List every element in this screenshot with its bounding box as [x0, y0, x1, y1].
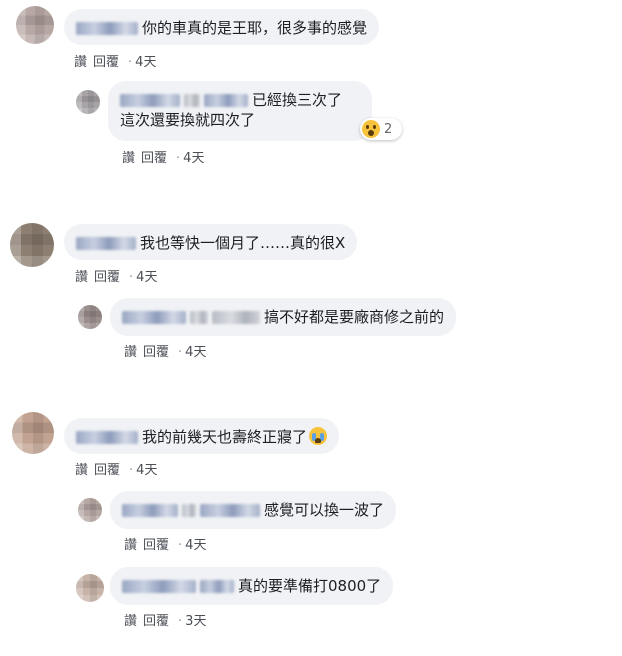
comment-text: 真的要準備打0800了: [238, 577, 382, 595]
comment-text-line-1: 已經換三次了: [252, 91, 343, 109]
author-name-blurred: [200, 580, 234, 593]
comment-bubble: 你的車真的是王耶，很多事的感覺: [64, 9, 380, 45]
separator-dot: ·: [178, 538, 183, 553]
timestamp[interactable]: 4天: [183, 151, 204, 166]
comment-actions: 讚回覆 · 4天: [75, 266, 157, 285]
comment-text: 感覺可以換一波了: [264, 501, 385, 519]
comment-text: 我也等快一個月了……真的很X: [140, 234, 346, 252]
timestamp[interactable]: 4天: [185, 345, 206, 360]
timestamp[interactable]: 4天: [136, 463, 157, 478]
avatar[interactable]: [76, 574, 104, 602]
reply-button[interactable]: 回覆: [94, 270, 120, 285]
like-button[interactable]: 讚: [124, 538, 137, 553]
comment-text: 搞不好都是要廠商修之前的: [264, 308, 445, 326]
author-name-blurred[interactable]: [76, 22, 138, 35]
author-name-blurred[interactable]: [122, 580, 196, 593]
author-name-blurred: [200, 504, 260, 517]
like-button[interactable]: 讚: [124, 345, 137, 360]
avatar[interactable]: [78, 498, 102, 522]
author-name-blurred[interactable]: [76, 237, 136, 250]
avatar[interactable]: [16, 6, 54, 44]
avatar[interactable]: [76, 90, 100, 114]
reply-button[interactable]: 回覆: [143, 345, 169, 360]
reply-button[interactable]: 回覆: [141, 151, 167, 166]
like-button[interactable]: 讚: [75, 270, 88, 285]
timestamp[interactable]: 4天: [185, 538, 206, 553]
reply-3: 感覺可以換一波了 讚回覆 · 4天: [0, 487, 622, 562]
reaction-badge[interactable]: 2: [360, 118, 402, 140]
author-name-blurred[interactable]: [122, 504, 178, 517]
reply-1: 已經換三次了 這次還要換就四次了 2 讚回覆 · 4天: [0, 80, 622, 170]
comment-bubble: 真的要準備打0800了: [110, 567, 394, 605]
timestamp[interactable]: 4天: [135, 55, 156, 70]
comment-1: 你的車真的是王耶，很多事的感覺 讚回覆 · 4天: [0, 0, 622, 75]
separator-dot: ·: [176, 151, 181, 166]
separator-dot: ·: [128, 55, 133, 70]
comment-bubble: 我也等快一個月了……真的很X: [64, 224, 358, 260]
reply-2: 搞不好都是要廠商修之前的 讚回覆 · 4天: [0, 292, 622, 367]
separator-dot: ·: [178, 614, 183, 629]
avatar-pixelated: [12, 412, 54, 454]
timestamp[interactable]: 4天: [136, 270, 157, 285]
comment-actions: 讚回覆 · 4天: [75, 459, 157, 478]
crying-emoji-icon: [309, 427, 328, 445]
avatar-pixelated: [76, 574, 104, 602]
separator-dot: ·: [178, 345, 183, 360]
comment-actions: 讚回覆 · 4天: [122, 147, 204, 166]
avatar[interactable]: [78, 305, 102, 329]
author-name-blurred: [184, 94, 200, 107]
comment-actions: 讚回覆 · 4天: [74, 51, 156, 70]
separator-dot: ·: [129, 270, 134, 285]
comment-text-line-2: 這次還要換就四次了: [120, 111, 256, 129]
author-name-blurred[interactable]: [122, 311, 186, 324]
comment-2: 我也等快一個月了……真的很X 讚回覆 · 4天: [0, 215, 622, 290]
reaction-count: 2: [384, 121, 393, 137]
avatar-pixelated: [76, 90, 100, 114]
like-button[interactable]: 讚: [124, 614, 137, 629]
avatar[interactable]: [10, 223, 54, 267]
author-name-blurred: [190, 311, 208, 324]
avatar-pixelated: [78, 498, 102, 522]
like-button[interactable]: 讚: [74, 55, 87, 70]
comment-actions: 讚回覆 · 3天: [124, 610, 206, 629]
avatar-pixelated: [10, 223, 54, 267]
comment-actions: 讚回覆 · 4天: [124, 534, 206, 553]
reply-button[interactable]: 回覆: [94, 463, 120, 478]
author-name-blurred[interactable]: [120, 94, 180, 107]
reply-button[interactable]: 回覆: [143, 538, 169, 553]
comment-bubble: 我的前幾天也壽終正寢了: [64, 418, 340, 454]
author-name-blurred: [182, 504, 196, 517]
like-button[interactable]: 讚: [122, 151, 135, 166]
avatar-pixelated: [78, 305, 102, 329]
wow-emoji-icon: [362, 120, 380, 138]
comment-bubble: 搞不好都是要廠商修之前的: [110, 298, 457, 336]
author-name-blurred[interactable]: [76, 431, 138, 444]
avatar-pixelated: [16, 6, 54, 44]
avatar[interactable]: [12, 412, 54, 454]
reply-button[interactable]: 回覆: [143, 614, 169, 629]
like-button[interactable]: 讚: [75, 463, 88, 478]
comment-text: 你的車真的是王耶，很多事的感覺: [142, 19, 368, 37]
comment-bubble: 已經換三次了 這次還要換就四次了: [108, 81, 372, 141]
separator-dot: ·: [129, 463, 134, 478]
timestamp[interactable]: 3天: [185, 614, 206, 629]
author-name-blurred: [204, 94, 248, 107]
comment-text: 我的前幾天也壽終正寢了: [142, 428, 308, 446]
comment-3: 我的前幾天也壽終正寢了 讚回覆 · 4天: [0, 410, 622, 485]
reply-4: 真的要準備打0800了 讚回覆 · 3天: [0, 563, 622, 643]
comment-bubble: 感覺可以換一波了: [110, 491, 397, 529]
reply-button[interactable]: 回覆: [93, 55, 119, 70]
author-name-blurred: [212, 311, 260, 324]
comment-actions: 讚回覆 · 4天: [124, 341, 206, 360]
